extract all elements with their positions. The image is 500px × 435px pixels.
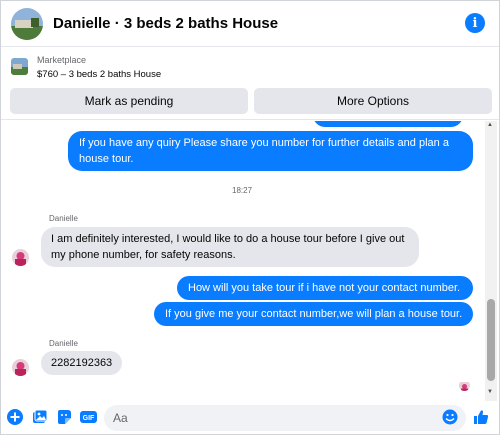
sender-name: Danielle xyxy=(49,339,78,348)
chat-header: Danielle · 3 beds 2 baths House i xyxy=(1,1,499,47)
gif-icon[interactable]: GIF xyxy=(80,409,97,425)
mark-as-pending-button[interactable]: Mark as pending xyxy=(10,88,248,114)
conversation-title[interactable]: Danielle · 3 beds 2 baths House xyxy=(53,15,278,32)
marketplace-label: Marketplace xyxy=(37,55,87,65)
listing-title[interactable]: $760 – 3 beds 2 baths House xyxy=(37,69,161,80)
avatar[interactable] xyxy=(11,7,43,40)
message-bubble-partial xyxy=(313,121,463,127)
avatar[interactable] xyxy=(12,249,29,266)
message-bubble-out[interactable]: If you have any quiry Please share you n… xyxy=(68,131,473,171)
chat-window: Danielle · 3 beds 2 baths House i Market… xyxy=(0,0,500,435)
listing-thumbnail[interactable] xyxy=(11,58,28,75)
message-bubble-in[interactable]: I am definitely interested, I would like… xyxy=(41,227,419,267)
more-options-button[interactable]: More Options xyxy=(254,88,492,114)
thumbs-up-icon[interactable] xyxy=(473,409,489,425)
message-timestamp: 18:27 xyxy=(232,186,253,195)
marketplace-banner: Marketplace $760 – 3 beds 2 baths House … xyxy=(1,48,499,120)
message-composer: GIF xyxy=(1,401,499,435)
marketplace-actions: Mark as pending More Options xyxy=(10,88,492,114)
message-bubble-out[interactable]: If you give me your contact number,we wi… xyxy=(154,302,473,326)
plus-icon[interactable] xyxy=(7,409,23,425)
message-bubble-out[interactable]: How will you take tour if i have not you… xyxy=(177,276,473,300)
message-bubble-in[interactable]: 2282192363 xyxy=(41,351,123,375)
info-icon[interactable]: i xyxy=(465,13,485,33)
avatar[interactable] xyxy=(12,359,29,376)
sender-name: Danielle xyxy=(49,214,78,223)
scroll-down-arrow-icon[interactable]: ▼ xyxy=(487,389,493,395)
svg-text:GIF: GIF xyxy=(83,415,95,422)
message-input[interactable] xyxy=(104,405,466,431)
emoji-icon[interactable] xyxy=(442,409,458,425)
scroll-up-arrow-icon[interactable]: ▲ xyxy=(487,122,493,128)
sticker-icon[interactable] xyxy=(56,409,72,425)
message-thread: If you have any quiry Please share you n… xyxy=(1,121,487,401)
photo-icon[interactable] xyxy=(32,409,48,425)
seen-avatar xyxy=(459,380,470,391)
scrollbar-thumb[interactable] xyxy=(487,299,495,381)
